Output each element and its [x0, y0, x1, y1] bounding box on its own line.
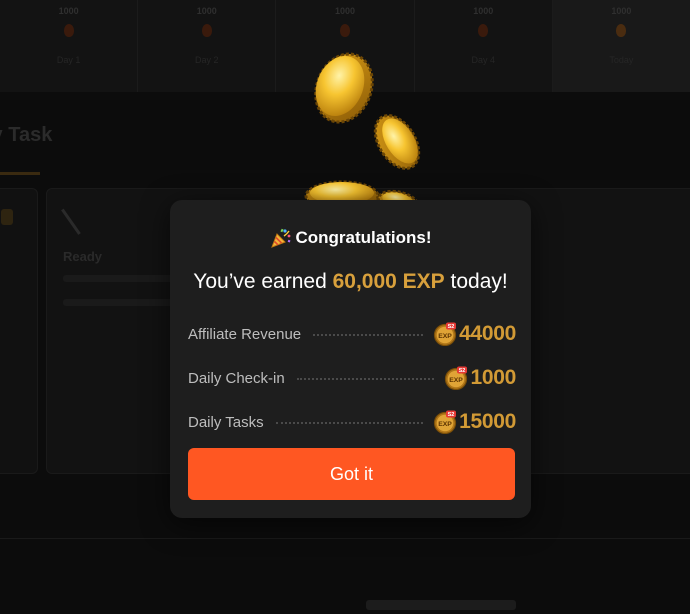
- reward-amount: 44000: [459, 322, 516, 345]
- svg-text:EXP: EXP: [438, 421, 452, 428]
- dialog-title: Congratulations!: [295, 228, 432, 247]
- flame-icon: [478, 24, 489, 37]
- reward-breakdown: Affiliate Revenue EXP S2 44000 Daily Che…: [188, 312, 516, 444]
- task-name: Ready: [63, 249, 103, 264]
- day-label: Day 3: [333, 55, 357, 65]
- task-card-left: [0, 188, 38, 474]
- svg-text:EXP: EXP: [450, 377, 464, 384]
- wand-icon: [61, 193, 103, 235]
- day-label: Day 4: [471, 55, 495, 65]
- day-amount: 1000: [611, 6, 632, 16]
- section-underline: [0, 172, 40, 175]
- earned-amount: 60,000 EXP: [332, 270, 445, 293]
- earned-suffix: today!: [444, 270, 508, 293]
- day-amount: 1000: [196, 6, 217, 16]
- reward-screen: 1000 Day 1 1000 Day 2 1000 Day 3 1000 Da…: [0, 0, 690, 614]
- day-label: Today: [609, 55, 634, 65]
- reward-amount: 15000: [459, 410, 516, 433]
- dotted-leader: [313, 334, 424, 336]
- day-amount: 1000: [473, 6, 494, 16]
- reward-row: Daily Tasks EXP S2 15000: [188, 400, 516, 444]
- reward-row: Daily Check-in EXP S2 1000: [188, 356, 516, 400]
- task-description: [63, 275, 173, 282]
- reward-label: Daily Check-in: [188, 369, 285, 387]
- svg-text:S2: S2: [459, 368, 466, 374]
- exp-coin-icon: EXP S2: [433, 322, 457, 346]
- task-description: [63, 299, 173, 306]
- got-it-button[interactable]: Got it: [188, 448, 515, 500]
- task-icon: [1, 209, 13, 225]
- party-popper-icon: [270, 228, 290, 248]
- day-item: 1000 Day 3: [276, 0, 415, 92]
- footer-link: [366, 600, 516, 610]
- day-amount: 1000: [334, 6, 356, 16]
- coin-icon: [373, 114, 421, 170]
- congratulations-dialog: Congratulations! You’ve earned 60,000 EX…: [170, 200, 531, 518]
- reward-value: EXP S2 15000: [433, 410, 516, 434]
- dialog-header: Congratulations!: [170, 227, 531, 249]
- flame-icon: [201, 24, 212, 37]
- earned-summary: You’ve earned 60,000 EXP today!: [170, 270, 531, 294]
- earned-prefix: You’ve earned: [193, 270, 333, 293]
- reward-label: Affiliate Revenue: [188, 325, 302, 343]
- section-title: ly Task: [0, 124, 53, 146]
- reward-amount: 1000: [470, 366, 516, 389]
- svg-text:EXP: EXP: [438, 333, 452, 340]
- day-item: 1000 Day 1: [0, 0, 139, 92]
- day-label: Day 1: [56, 55, 81, 65]
- flame-icon: [63, 24, 74, 37]
- day-item: 1000 Day 4: [415, 0, 553, 92]
- flame-icon: [616, 24, 627, 37]
- svg-text:S2: S2: [448, 412, 455, 418]
- dotted-leader: [296, 378, 435, 380]
- exp-coin-icon: EXP S2: [433, 410, 457, 434]
- divider: [0, 538, 690, 539]
- reward-label: Daily Tasks: [188, 413, 264, 431]
- day-label: Day 2: [195, 55, 219, 65]
- exp-coin-icon: EXP S2: [445, 366, 468, 390]
- svg-text:S2: S2: [448, 324, 455, 330]
- reward-value: EXP S2 44000: [433, 322, 516, 346]
- day-amount: 1000: [58, 6, 79, 16]
- day-item-today: 1000 Today: [552, 0, 690, 92]
- reward-row: Affiliate Revenue EXP S2 44000: [188, 312, 516, 356]
- daily-checkin-strip: 1000 Day 1 1000 Day 2 1000 Day 3 1000 Da…: [0, 0, 690, 92]
- day-item: 1000 Day 2: [138, 0, 277, 92]
- reward-value: EXP S2 1000: [444, 366, 516, 390]
- dotted-leader: [275, 422, 424, 424]
- flame-icon: [340, 24, 350, 37]
